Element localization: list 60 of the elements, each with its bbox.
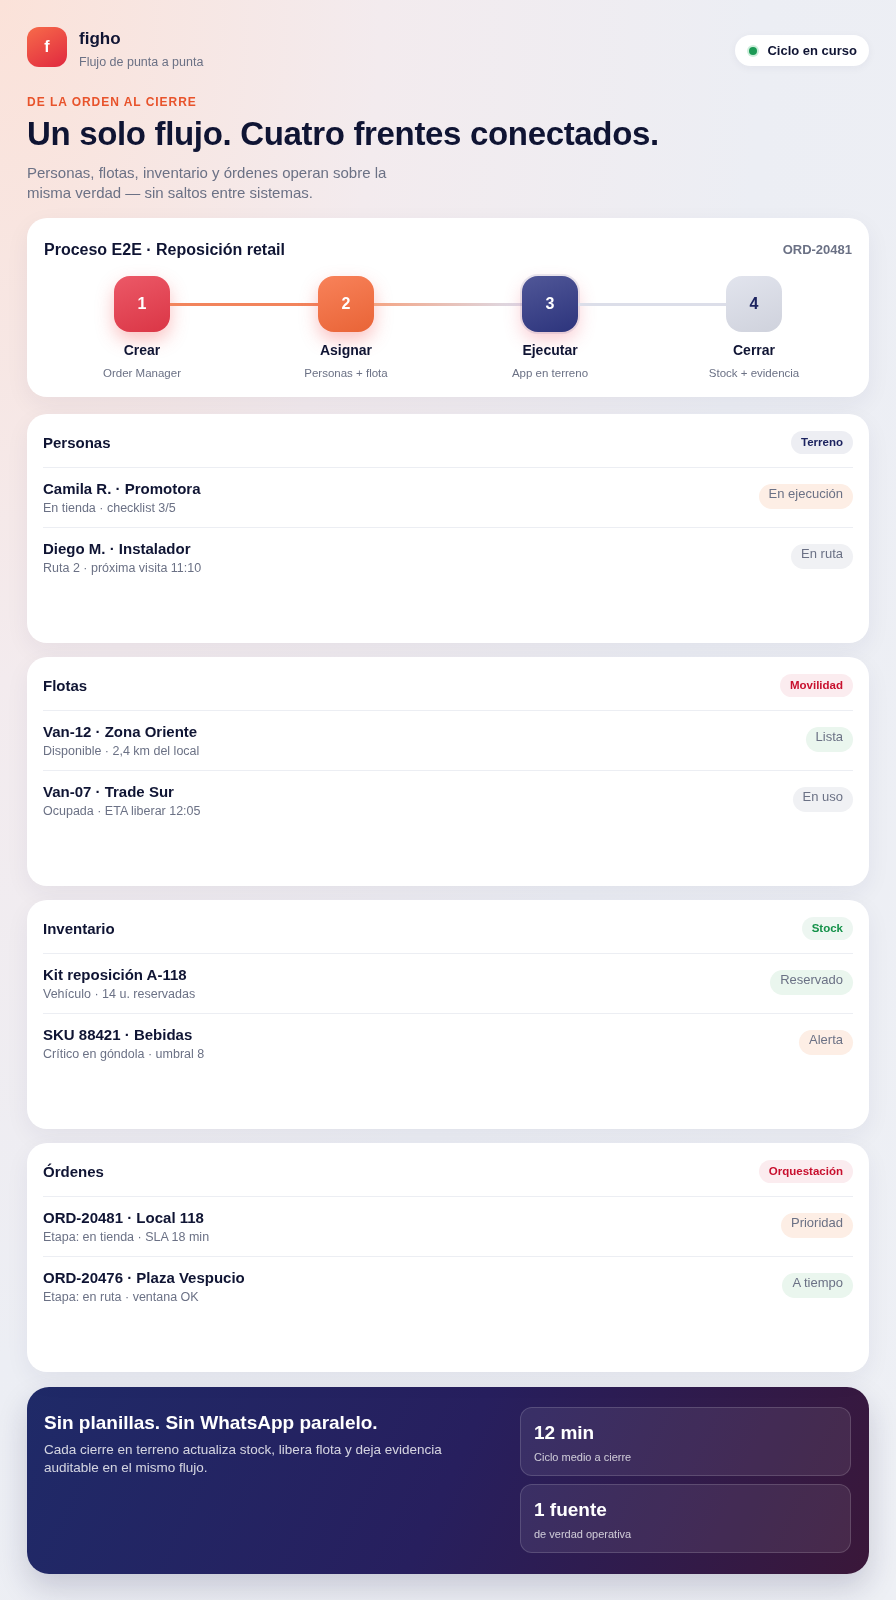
step-detail: Personas + flota (304, 366, 388, 381)
item-detail: Etapa: en ruta · ventana OK (43, 1289, 200, 1306)
order-id: ORD-20481 (782, 241, 852, 259)
section-title: Personas (43, 432, 111, 453)
step-detail: App en terreno (511, 366, 589, 381)
item-title: Camila R. · Promotora (43, 479, 201, 499)
status-tag: A tiempo (782, 1273, 853, 1298)
status-tag: Prioridad (780, 1213, 853, 1238)
item-title: ORD-20481 · Local 118 (43, 1208, 205, 1228)
item-detail: Vehículo · 14 u. reservadas (43, 986, 196, 1003)
item-title: Diego M. · Instalador (43, 539, 192, 559)
brand-tagline: Flujo de punta a punta (79, 54, 204, 70)
item-detail: Ocupada · ETA liberar 12:05 (43, 803, 201, 820)
section-tag: Terreno (791, 431, 853, 454)
step-label: Crear (123, 341, 161, 359)
item-title: Van-12 · Zona Oriente (43, 722, 199, 742)
brand-name: figho (79, 29, 122, 49)
step-label: Asignar (319, 341, 373, 359)
banner-text: Cada cierre en terreno actualiza stock, libera flota y deja evidencia auditable en el mismo flujo. (44, 1441, 443, 1477)
step-number-tile: 4 (726, 276, 782, 332)
stat-value: 1 fuente (534, 1498, 608, 1522)
banner-title: Sin planillas. Sin WhatsApp paralelo. (44, 1411, 379, 1435)
item-title: Kit reposición A-118 (43, 965, 188, 985)
item-detail: Crítico en góndola · umbral 8 (43, 1046, 205, 1063)
section-title: Flotas (43, 675, 88, 696)
status-label: Ciclo en curso (767, 41, 857, 60)
step-number-tile: 1 (114, 276, 170, 332)
section-title: Inventario (43, 918, 115, 939)
status-tag: Lista (805, 727, 853, 752)
step-label: Ejecutar (522, 341, 578, 359)
step-number-tile: 2 (318, 276, 374, 332)
stat-value: 12 min (534, 1421, 596, 1445)
eyebrow-label: DE LA ORDEN AL CIERRE (27, 94, 198, 110)
item-detail: En tienda · checklist 3/5 (43, 500, 177, 517)
step-detail: Stock + evidencia (708, 366, 800, 381)
status-dot-icon (747, 44, 760, 57)
step-label: Cerrar (733, 341, 775, 359)
section-tag: Orquestación (758, 1160, 853, 1183)
status-tag: En ejecución (758, 484, 853, 509)
item-title: SKU 88421 · Bebidas (43, 1025, 194, 1045)
section-tag: Stock (801, 917, 853, 940)
section-title: Órdenes (43, 1161, 104, 1182)
process-title: Proceso E2E · Reposición retail (44, 240, 285, 260)
status-tag: En uso (792, 787, 853, 812)
step-detail: Order Manager (103, 366, 181, 381)
status-tag: Alerta (799, 1030, 853, 1055)
item-detail: Disponible · 2,4 km del local (43, 743, 200, 760)
status-tag: Reservado (770, 970, 853, 995)
item-title: Van-07 · Trade Sur (43, 782, 175, 802)
brand-logo: f (27, 27, 67, 67)
page-headline: Un solo flujo. Cuatro frentes conectados. (27, 115, 660, 153)
section-tag: Movilidad (779, 674, 853, 697)
item-detail: Ruta 2 · próxima visita 11:10 (43, 560, 202, 577)
step-number-tile: 3 (522, 276, 578, 332)
item-detail: Etapa: en tienda · SLA 18 min (43, 1229, 210, 1246)
page-description: Personas, flotas, inventario y órdenes operan sobre la misma verdad — sin saltos entre sistemas. (27, 163, 388, 203)
status-tag: En ruta (791, 544, 853, 569)
stat-label: de verdad operativa (534, 1527, 633, 1542)
stat-label: Ciclo medio a cierre (534, 1450, 633, 1465)
item-title: ORD-20476 · Plaza Vespucio (43, 1268, 245, 1288)
